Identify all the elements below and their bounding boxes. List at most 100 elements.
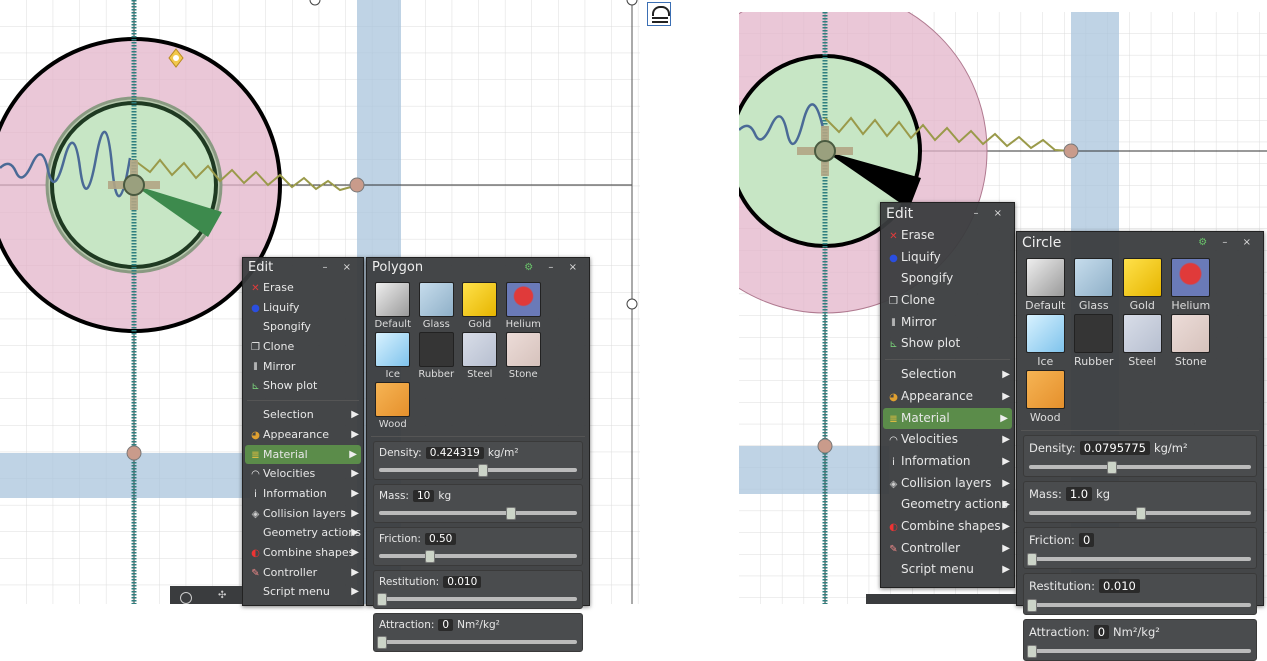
slider-handle[interactable]	[505, 507, 516, 520]
window-controls[interactable]: – ×	[322, 258, 357, 278]
submenu-geometry-actions[interactable]: Geometry actions ▶	[243, 523, 363, 543]
edit-menu-title: Edit	[886, 206, 914, 222]
menu-item-label: Liquify	[901, 249, 941, 264]
slider-track[interactable]	[1027, 645, 1251, 658]
material-stone[interactable]: Stone	[1167, 314, 1216, 368]
slider-track[interactable]	[377, 636, 577, 649]
submenu-selection[interactable]: Selection ▶	[243, 405, 363, 425]
menu-item-erase[interactable]: ✕ Erase	[243, 278, 363, 298]
slider-mass: Mass: 10 kg	[373, 484, 583, 523]
material-glass[interactable]: Glass	[1070, 258, 1119, 312]
toolbar-collapse-button[interactable]	[647, 2, 671, 26]
submenu-velocities[interactable]: ◠ Velocities ▶	[881, 429, 1014, 451]
slider-track[interactable]	[377, 593, 577, 606]
submenu-controller[interactable]: ✎ Controller ▶	[881, 538, 1014, 560]
submenu-appearance[interactable]: ◕ Appearance ▶	[881, 386, 1014, 408]
submenu-controller[interactable]: ✎ Controller ▶	[243, 563, 363, 583]
material-wood[interactable]: Wood	[1021, 370, 1070, 424]
submenu-material[interactable]: ≣ Material ▶	[883, 407, 1012, 430]
slider-value-field[interactable]: 0.50	[424, 533, 457, 545]
slider-track[interactable]	[1027, 553, 1251, 566]
material-gold[interactable]: Gold	[458, 282, 502, 330]
slider-value-field[interactable]: 0	[1078, 533, 1095, 547]
slider-handle[interactable]	[377, 593, 387, 606]
material-wood[interactable]: Wood	[371, 382, 415, 430]
slider-track[interactable]	[1029, 461, 1251, 474]
submenu-selection[interactable]: Selection ▶	[881, 364, 1014, 386]
material-stone[interactable]: Stone	[502, 332, 546, 380]
submenu-combine-shapes[interactable]: ◐ Combine shapes ▶	[243, 543, 363, 563]
right-edit-title-bar[interactable]: Edit – ×	[881, 203, 1014, 225]
slider-value-field[interactable]: 1.0	[1065, 487, 1093, 501]
slider-value-field[interactable]: 10	[412, 490, 435, 502]
slider-friction: Friction: 0	[1023, 527, 1257, 569]
slider-value-field[interactable]: 0	[1093, 625, 1110, 639]
slider-value-field[interactable]: 0.010	[443, 576, 482, 588]
slider-track[interactable]	[379, 550, 577, 563]
menu-item-spongify[interactable]: Spongify	[881, 268, 1014, 290]
gear-icon[interactable]: ⚙	[524, 262, 539, 273]
submenu-information[interactable]: i Information ▶	[881, 451, 1014, 473]
menu-item-mirror[interactable]: ⫴ Mirror	[243, 357, 363, 377]
material-ice[interactable]: Ice	[371, 332, 415, 380]
material-default[interactable]: Default	[371, 282, 415, 330]
material-label: Ice	[1037, 355, 1054, 368]
slider-handle[interactable]	[1027, 645, 1037, 658]
window-controls[interactable]: ⚙ – ×	[524, 258, 583, 278]
left-edit-title-bar[interactable]: Edit – ×	[243, 258, 363, 278]
menu-item-liquify[interactable]: ● Liquify	[243, 298, 363, 318]
slider-handle[interactable]	[1027, 553, 1037, 566]
zoom-icon[interactable]	[180, 592, 192, 604]
left-material-title-bar[interactable]: Polygon ⚙ – ×	[367, 258, 589, 278]
submenu-appearance[interactable]: ◕ Appearance ▶	[243, 425, 363, 445]
move-icon[interactable]: ✣	[218, 590, 226, 601]
slider-track[interactable]	[379, 464, 577, 477]
menu-item-show-plot[interactable]: ⊾ Show plot	[243, 376, 363, 396]
menu-item-mirror[interactable]: ⫴ Mirror	[881, 312, 1014, 334]
slider-handle[interactable]	[477, 464, 488, 477]
submenu-collision-layers[interactable]: ◈ Collision layers ▶	[881, 473, 1014, 495]
slider-handle[interactable]	[1136, 507, 1146, 520]
material-helium[interactable]: Helium	[502, 282, 546, 330]
menu-item-clone[interactable]: ❐ Clone	[243, 337, 363, 357]
menu-item-clone[interactable]: ❐ Clone	[881, 290, 1014, 312]
slider-value-field[interactable]: 0.010	[1098, 579, 1140, 593]
submenu-collision-layers[interactable]: ◈ Collision layers ▶	[243, 504, 363, 524]
material-rubber[interactable]: Rubber	[1070, 314, 1119, 368]
material-ice[interactable]: Ice	[1021, 314, 1070, 368]
slider-label: Attraction:	[379, 619, 435, 631]
slider-value-field[interactable]: 0	[438, 619, 454, 631]
submenu-script-menu[interactable]: Script menu ▶	[881, 559, 1014, 581]
submenu-combine-shapes[interactable]: ◐ Combine shapes ▶	[881, 516, 1014, 538]
submenu-script-menu[interactable]: Script menu ▶	[243, 582, 363, 602]
slider-track[interactable]	[1029, 507, 1251, 520]
menu-item-erase[interactable]: ✕ Erase	[881, 225, 1014, 247]
material-glass[interactable]: Glass	[415, 282, 459, 330]
material-rubber[interactable]: Rubber	[415, 332, 459, 380]
menu-item-show-plot[interactable]: ⊾ Show plot	[881, 333, 1014, 355]
material-default[interactable]: Default	[1021, 258, 1070, 312]
material-helium[interactable]: Helium	[1167, 258, 1216, 312]
slider-track[interactable]	[379, 507, 577, 520]
arch-icon	[652, 6, 670, 16]
material-steel[interactable]: Steel	[458, 332, 502, 380]
menu-item-spongify[interactable]: Spongify	[243, 317, 363, 337]
menu-item-liquify[interactable]: ● Liquify	[881, 247, 1014, 269]
submenu-velocities[interactable]: ◠ Velocities ▶	[243, 464, 363, 484]
slider-handle[interactable]	[377, 636, 387, 649]
window-controls[interactable]: ⚙ – ×	[1198, 232, 1257, 254]
right-material-title-bar[interactable]: Circle ⚙ – ×	[1017, 232, 1263, 254]
submenu-geometry-actions[interactable]: Geometry actions ▶	[881, 494, 1014, 516]
material-steel[interactable]: Steel	[1118, 314, 1167, 368]
gear-icon[interactable]: ⚙	[1198, 237, 1213, 248]
slider-handle[interactable]	[1107, 461, 1118, 474]
slider-value-field[interactable]: 0.424319	[425, 447, 484, 459]
slider-value-field[interactable]: 0.0795775	[1079, 441, 1150, 455]
material-swatch	[375, 382, 411, 417]
slider-handle[interactable]	[424, 550, 435, 563]
window-controls[interactable]: – ×	[973, 203, 1008, 225]
slider-handle[interactable]	[1027, 599, 1037, 612]
submenu-material[interactable]: ≣ Material ▶	[245, 444, 361, 465]
material-gold[interactable]: Gold	[1118, 258, 1167, 312]
submenu-information[interactable]: i Information ▶	[243, 484, 363, 504]
